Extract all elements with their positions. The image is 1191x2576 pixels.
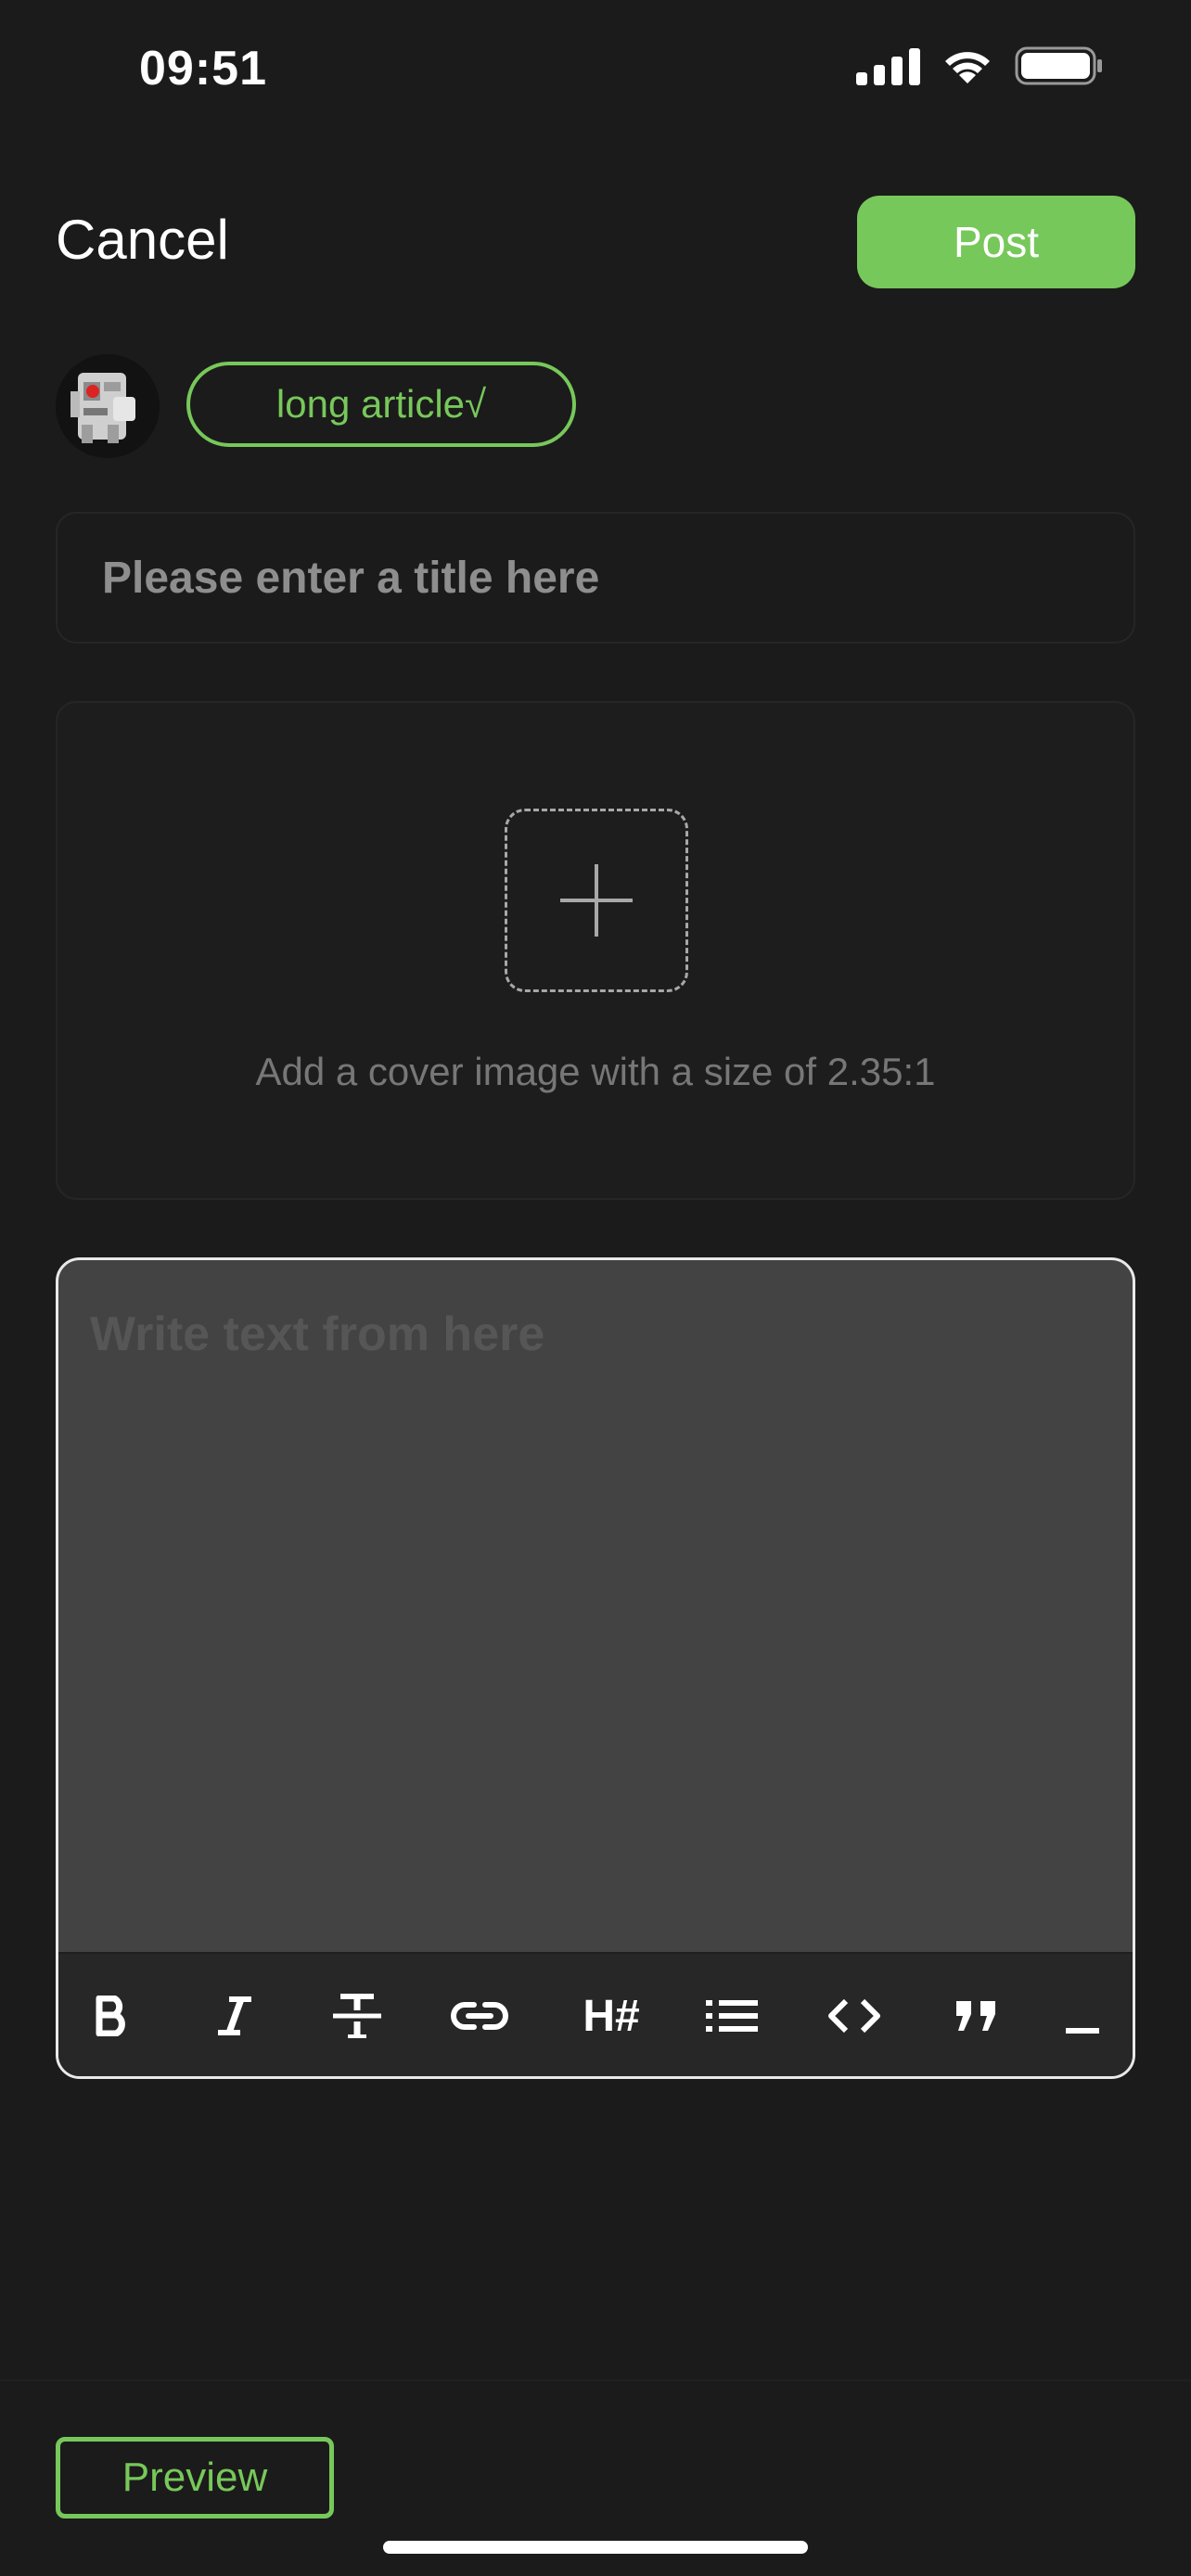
- horizontal-rule-icon: [1066, 2028, 1099, 2034]
- heading-button[interactable]: H#: [556, 1954, 667, 2076]
- list-button[interactable]: [685, 1954, 778, 2076]
- plus-icon: [560, 864, 633, 937]
- home-indicator[interactable]: [383, 2541, 808, 2554]
- cancel-button[interactable]: Cancel: [56, 208, 229, 272]
- bold-button[interactable]: [66, 1954, 159, 2076]
- list-icon: [706, 2000, 758, 2032]
- quote-button[interactable]: [930, 1954, 1023, 2076]
- cover-hint: Add a cover image with a size of 2.35:1: [255, 1050, 936, 1093]
- bottom-divider: [0, 2379, 1191, 2381]
- add-cover-button[interactable]: [505, 809, 688, 992]
- signal-icon: [856, 46, 920, 85]
- avatar: [56, 354, 160, 458]
- status-icons: [856, 46, 1104, 85]
- heading-label: H#: [583, 1991, 640, 2041]
- strikethrough-icon: [333, 1994, 381, 2038]
- strikethrough-button[interactable]: [311, 1954, 403, 2076]
- preview-button[interactable]: Preview: [56, 2437, 334, 2519]
- code-button[interactable]: [808, 1954, 901, 2076]
- body-editor[interactable]: Write text from here H#: [56, 1257, 1135, 2079]
- cover-image-area[interactable]: Add a cover image with a size of 2.35:1: [56, 701, 1135, 1200]
- post-button[interactable]: Post: [857, 196, 1135, 288]
- bold-icon: [96, 1996, 125, 2036]
- editor-placeholder: Write text from here: [90, 1307, 545, 1361]
- link-icon: [451, 2002, 508, 2030]
- title-input[interactable]: Please enter a title here: [56, 512, 1135, 644]
- compose-article-screen: 09:51 Cancel Post long article√ Please e…: [0, 0, 1191, 2576]
- italic-icon: [218, 1996, 251, 2035]
- horizontal-rule-button[interactable]: [1036, 1954, 1129, 2076]
- italic-button[interactable]: [188, 1954, 281, 2076]
- link-button[interactable]: [433, 1954, 526, 2076]
- format-toolbar: H#: [58, 1952, 1133, 2076]
- battery-icon: [1015, 46, 1104, 85]
- article-type-tag[interactable]: long article√: [186, 362, 576, 447]
- status-time: 09:51: [139, 42, 267, 96]
- code-icon: [828, 1998, 880, 2034]
- title-placeholder: Please enter a title here: [102, 553, 600, 603]
- wifi-icon: [941, 46, 994, 85]
- quote-icon: [956, 2001, 995, 2031]
